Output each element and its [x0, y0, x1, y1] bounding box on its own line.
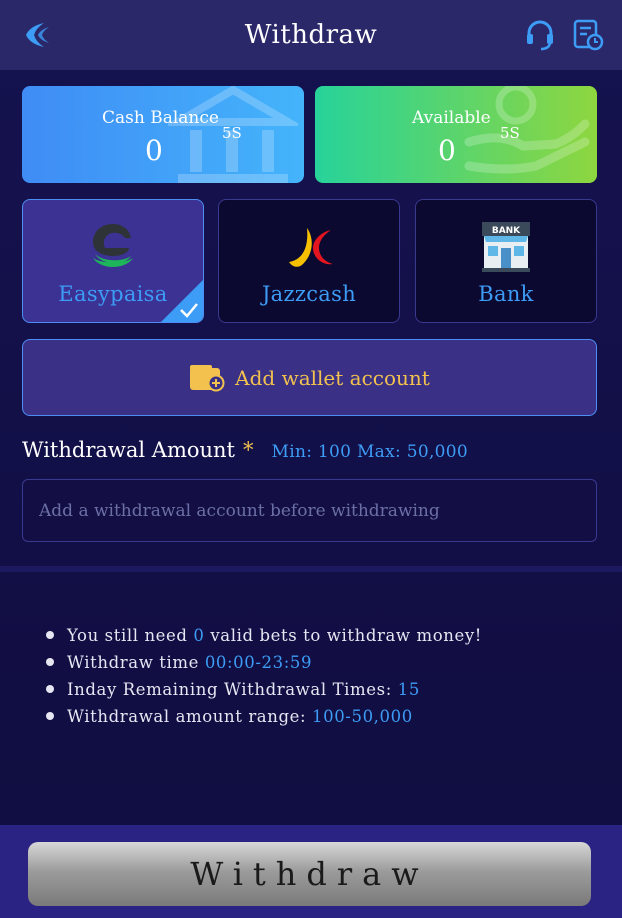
- wallet-add-icon: [190, 364, 225, 391]
- bullet-dot: [46, 658, 54, 666]
- method-easypaisa[interactable]: Easypaisa: [22, 199, 204, 323]
- cash-refresh-timer[interactable]: 5S: [222, 124, 242, 142]
- record-clock-icon[interactable]: [572, 18, 604, 52]
- withdrawal-amount-label: Withdrawal Amount: [22, 438, 235, 462]
- page-title: Withdraw: [244, 20, 378, 50]
- bullet-dot: [46, 712, 54, 720]
- list-item: Withdrawal amount range: 100-50,000: [46, 707, 482, 734]
- section-divider: [0, 566, 622, 572]
- min-max-hint: Min: 100 Max: 50,000: [271, 442, 469, 462]
- list-item: Inday Remaining Withdrawal Times: 15: [46, 680, 482, 707]
- method-bank[interactable]: BANK Bank: [415, 199, 597, 323]
- required-mark: *: [243, 438, 254, 462]
- cash-balance-card: Cash Balance 0 5S: [22, 86, 304, 183]
- add-wallet-label: Add wallet account: [235, 365, 430, 390]
- svg-text:BANK: BANK: [492, 226, 521, 236]
- list-item: You still need 0 valid bets to withdraw …: [46, 626, 482, 653]
- available-balance-card: Available 0 5S: [315, 86, 597, 183]
- top-nav-bar: Withdraw: [0, 0, 622, 70]
- easypaisa-logo-icon: [93, 224, 133, 267]
- withdrawal-amount-header: Withdrawal Amount * Min: 100 Max: 50,000: [22, 438, 468, 462]
- bullet-dot: [46, 631, 54, 639]
- headset-icon[interactable]: [524, 18, 556, 52]
- add-wallet-button[interactable]: Add wallet account: [22, 339, 597, 416]
- cash-balance-value: 0: [145, 134, 163, 167]
- withdraw-page: Withdraw Cash Balance 0 5S Available 0 5…: [0, 0, 622, 918]
- withdraw-submit-button[interactable]: Withdraw: [28, 842, 591, 906]
- bank-building-icon: BANK: [482, 222, 530, 272]
- available-refresh-timer[interactable]: 5S: [500, 124, 520, 142]
- selected-check-icon: [161, 280, 203, 322]
- jazzcash-logo-icon: [289, 228, 333, 267]
- list-item: Withdraw time 00:00-23:59: [46, 653, 482, 680]
- method-label: Bank: [478, 282, 534, 306]
- method-jazzcash[interactable]: Jazzcash: [218, 199, 400, 323]
- back-arrow-icon[interactable]: [20, 18, 54, 52]
- cash-balance-label: Cash Balance: [102, 108, 219, 128]
- withdraw-button-label: Withdraw: [190, 855, 429, 893]
- method-label: Jazzcash: [261, 282, 357, 306]
- withdraw-rules-list: You still need 0 valid bets to withdraw …: [46, 626, 482, 734]
- hand-coin-icon: [464, 86, 590, 174]
- bullet-dot: [46, 685, 54, 693]
- withdrawal-amount-input[interactable]: [22, 479, 597, 542]
- available-value: 0: [438, 134, 456, 167]
